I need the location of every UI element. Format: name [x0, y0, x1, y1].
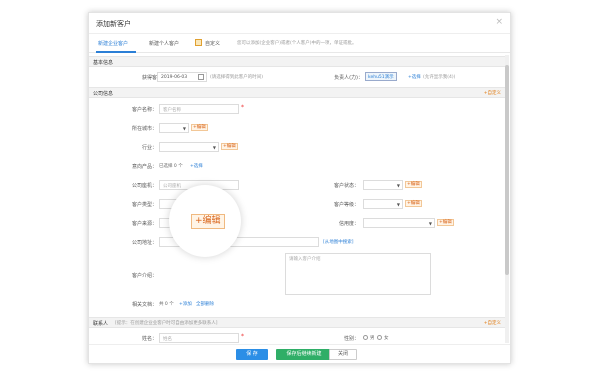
calendar-icon[interactable] — [198, 74, 204, 80]
status-edit-button[interactable]: +编辑 — [405, 181, 422, 188]
owner-tag[interactable]: kehu51演示 — [365, 72, 397, 81]
industry-select[interactable]: ▼ — [159, 142, 219, 152]
time-hint: (请选择得到此客户的时间) — [210, 75, 264, 80]
gender-male-radio[interactable] — [363, 335, 368, 340]
chevron-down-icon: ▼ — [428, 221, 432, 226]
files-add-link[interactable]: +添加 — [179, 301, 192, 307]
required-mark: * — [241, 104, 244, 111]
credit-label: 信用度： — [338, 221, 359, 227]
tab-enterprise-customer[interactable]: 新建企业客户 — [98, 40, 128, 47]
files-delete-link[interactable]: 全部删除 — [196, 301, 214, 307]
map-search-link[interactable]: [从地图中搜索] — [323, 239, 354, 245]
company-phone-label: 公司座机： — [131, 183, 157, 189]
address-label: 公司地址： — [131, 240, 157, 246]
section-contact-custom[interactable]: +自定义 — [484, 320, 501, 326]
tab-note: 您可以添加(企业客户)或者(个人客户)中的一项，单证或批。 — [237, 41, 357, 46]
form-scrollbar[interactable] — [505, 55, 509, 343]
owner-label: 负责人(力)： — [334, 75, 363, 81]
tab-personal-customer[interactable]: 新建个人客户 — [149, 40, 179, 47]
customer-source-label: 客户来源： — [131, 221, 157, 227]
tab-bar: 新建企业客户 新建个人客户 自定义 您可以添加(企业客户)或者(个人客户)中的一… — [89, 35, 510, 53]
close-button[interactable]: 关闭 — [329, 349, 357, 360]
customer-status-label: 客户状态： — [333, 183, 359, 189]
gender-female-label: 女 — [384, 336, 389, 341]
customer-name-label: 客户名称： — [131, 107, 157, 113]
chevron-down-icon: ▼ — [212, 145, 216, 150]
industry-edit-button[interactable]: +编辑 — [221, 143, 238, 150]
dialog-footer: 保 存 保存后继续新建 关闭 — [89, 344, 510, 363]
scrollbar-thumb[interactable] — [505, 65, 509, 275]
custom-icon — [195, 39, 202, 46]
section-contact-tip: [提示：在创建企业业客户时可自由添加更多联系人] — [115, 321, 218, 326]
dialog-title: 添加新客户 — [96, 20, 131, 28]
gender-female-radio[interactable] — [377, 335, 382, 340]
product-label: 意向产品： — [131, 164, 157, 170]
section-basic-title: 基本信息 — [93, 60, 114, 66]
product-select-link[interactable]: +选择 — [190, 163, 203, 169]
tab-custom[interactable]: 自定义 — [205, 40, 220, 47]
industry-label: 行业： — [141, 145, 157, 151]
save-button[interactable]: 保 存 — [236, 349, 268, 360]
owner-select-link[interactable]: +选择 — [408, 74, 421, 80]
customer-name-input[interactable]: 客户名称 — [159, 104, 239, 114]
section-basic: 基本信息 — [89, 56, 505, 67]
gender-male-label: 男 — [370, 336, 375, 341]
product-count: 已选择 0 个 — [159, 164, 183, 169]
chevron-down-icon: ▼ — [182, 126, 186, 131]
credit-edit-button[interactable]: +编辑 — [437, 219, 454, 226]
section-company: 公司信息 +自定义 — [89, 87, 505, 98]
chevron-down-icon: ▼ — [396, 183, 400, 188]
city-edit-button[interactable]: +编辑 — [191, 124, 208, 131]
zoomed-edit-button: +编辑 — [191, 214, 225, 229]
chevron-down-icon: ▼ — [396, 202, 400, 207]
required-mark: * — [241, 333, 244, 340]
city-label: 所在城市： — [131, 126, 157, 132]
owner-hint: (允许显示我(4)) — [423, 75, 456, 80]
contact-name-input[interactable]: 姓名 — [159, 333, 239, 343]
section-contact: 联系人 [提示：在创建企业业客户时可自由添加更多联系人] +自定义 — [89, 317, 505, 328]
customer-level-label: 客户等级： — [333, 202, 359, 208]
files-count: 共 0 个 — [159, 302, 174, 307]
intro-label: 客户介绍： — [131, 273, 157, 279]
city-select[interactable]: ▼ — [159, 123, 189, 133]
add-customer-dialog: 添加新客户 × 新建企业客户 新建个人客户 自定义 您可以添加(企业客户)或者(… — [88, 12, 511, 364]
close-icon[interactable]: × — [495, 17, 503, 27]
section-contact-title: 联系人 — [93, 321, 109, 327]
customer-level-select[interactable]: ▼ — [363, 199, 403, 209]
files-label: 相关文档： — [131, 302, 157, 308]
magnifier-callout: +编辑 — [169, 185, 241, 257]
contact-name-label: 姓名： — [141, 336, 157, 342]
customer-status-select[interactable]: ▼ — [363, 180, 403, 190]
form-scroll-area[interactable]: 基本信息 获得客户时间： 2019-06-03 (请选择得到此客户的时间) 负责… — [89, 54, 505, 346]
credit-select[interactable]: ▼ — [363, 218, 435, 228]
active-tab-indicator — [96, 51, 136, 53]
customer-type-label: 客户类型： — [131, 202, 157, 208]
section-company-custom[interactable]: +自定义 — [484, 90, 501, 96]
section-company-title: 公司信息 — [93, 91, 114, 97]
save-and-new-button[interactable]: 保存后继续新建 — [276, 349, 332, 360]
dialog-title-bar: 添加新客户 × — [89, 13, 510, 34]
intro-textarea[interactable]: 请输入客户介绍 — [285, 253, 431, 295]
gender-label: 性别： — [343, 336, 359, 342]
level-edit-button[interactable]: +编辑 — [405, 200, 422, 207]
